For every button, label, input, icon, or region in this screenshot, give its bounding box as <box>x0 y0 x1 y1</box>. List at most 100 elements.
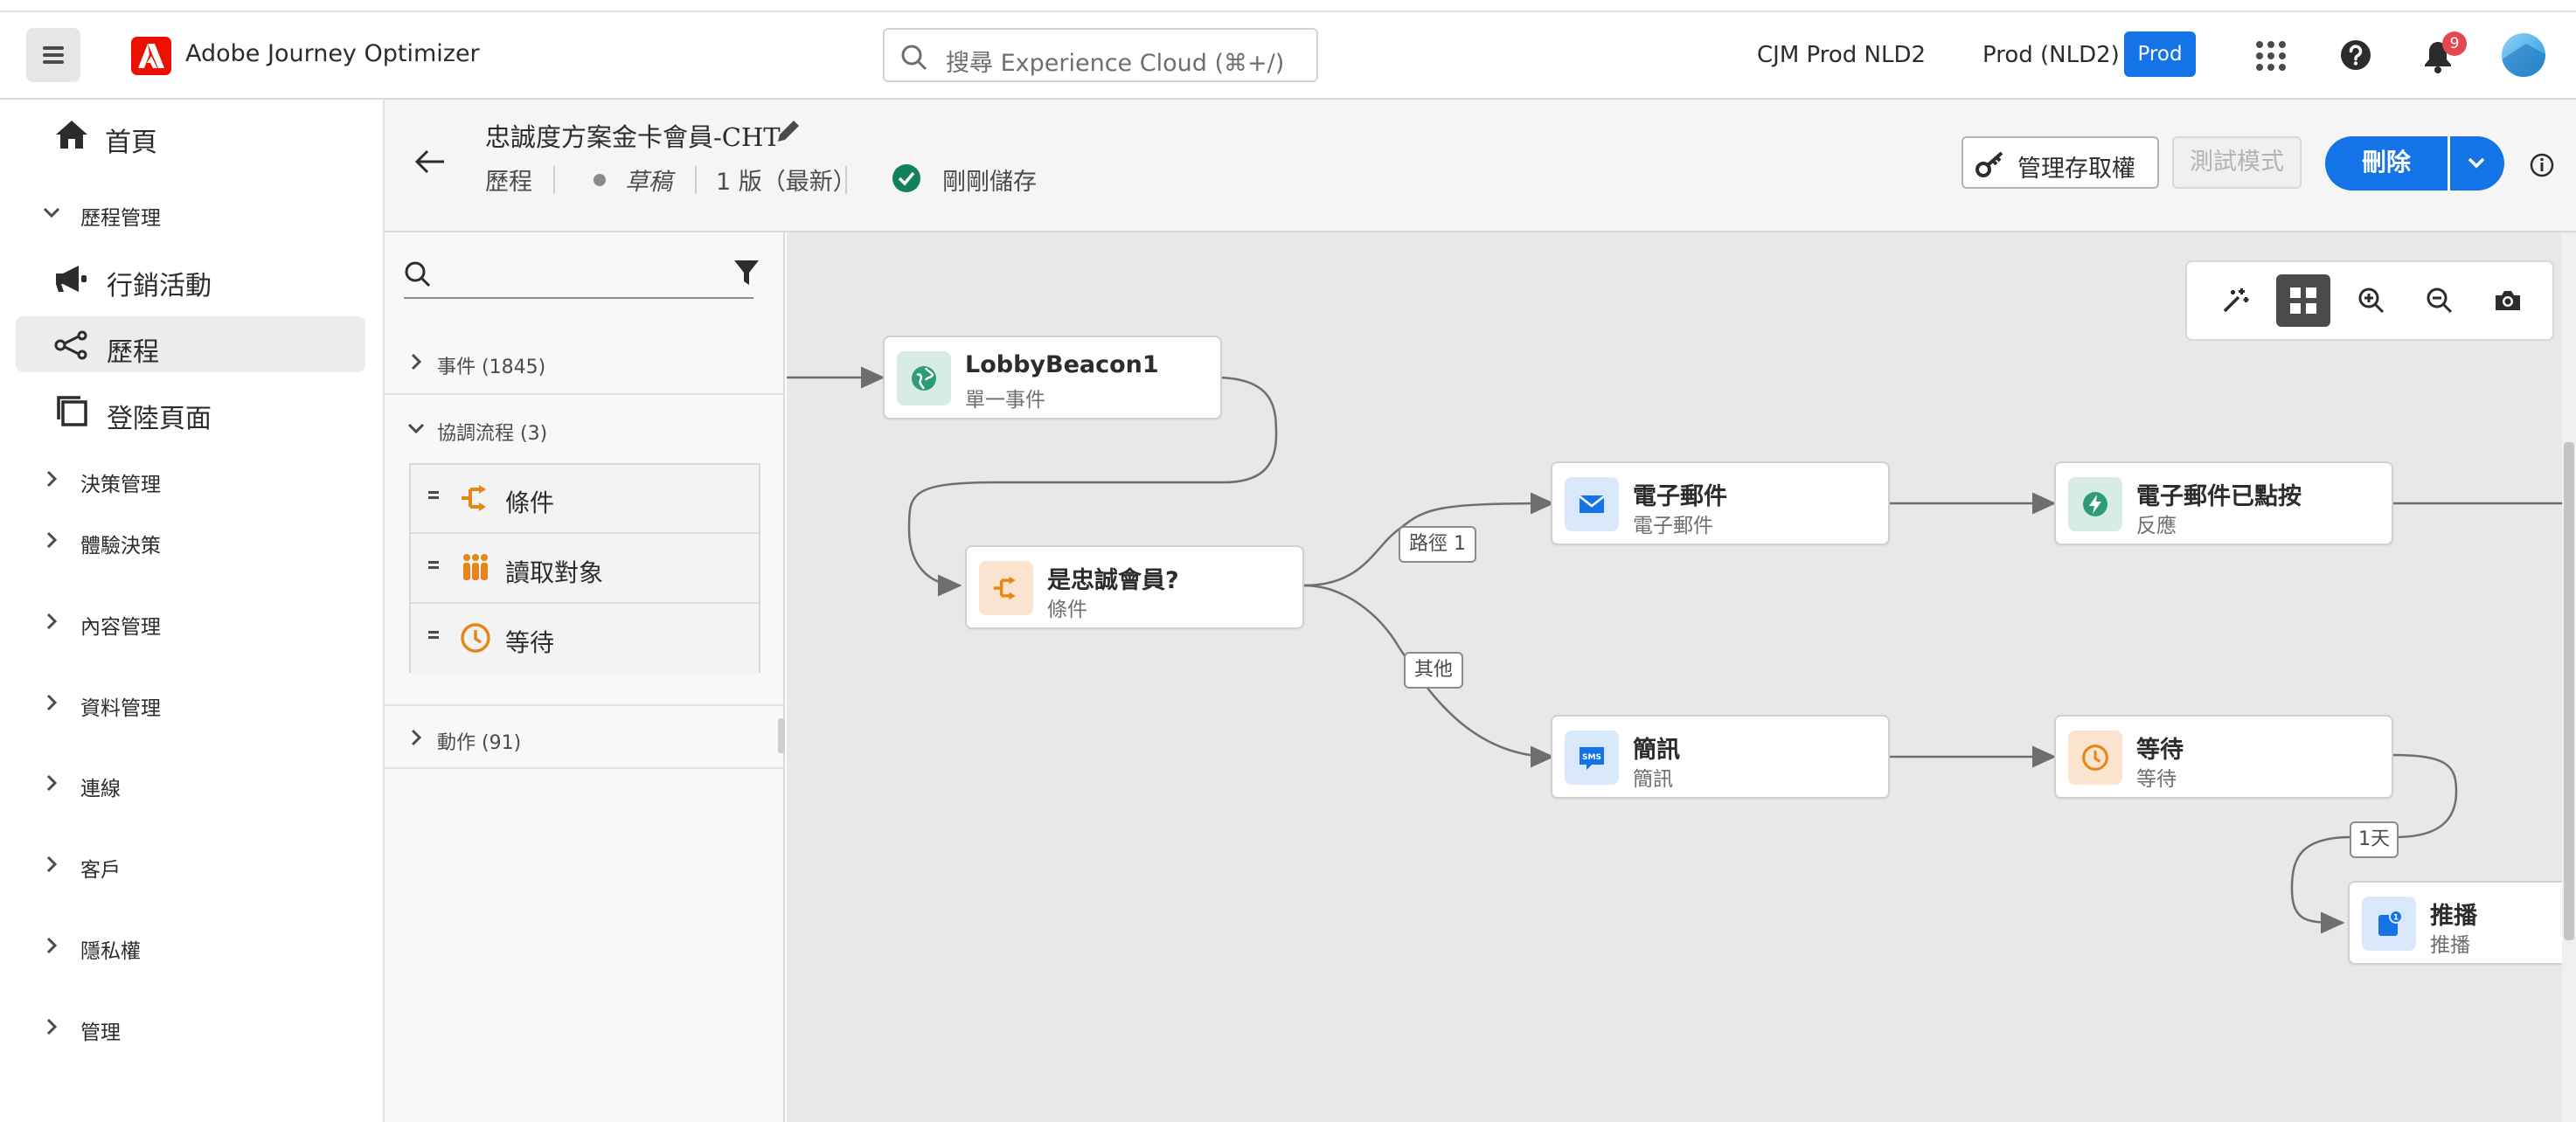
nav-group-administration[interactable]: 管理 <box>35 1010 367 1045</box>
chevron-right-icon <box>46 694 58 711</box>
nav-group-experience-decisioning[interactable]: 體驗決策 <box>35 523 367 558</box>
nav-item-label: 登陸頁面 <box>107 404 212 434</box>
drag-handle-icon[interactable] <box>428 631 439 641</box>
sandbox-switcher[interactable]: Prod (NLD2) <box>1982 42 2120 68</box>
edge-label-other[interactable]: 其他 <box>1404 652 1464 689</box>
nav-item-landing-pages[interactable]: 登陸頁面 <box>16 383 365 439</box>
nav-group-customers[interactable]: 客戶 <box>35 848 367 883</box>
journey-canvas[interactable]: LobbyBeacon1 單一事件 是忠誠會員? 條件 路徑 1 其他 電子郵件… <box>787 232 2562 1122</box>
section-count: (1845) <box>482 357 546 378</box>
reaction-icon <box>2068 477 2122 531</box>
global-search-input[interactable]: 搜尋 Experience Cloud (⌘+/) <box>883 28 1318 82</box>
node-title: 簡訊 <box>1633 737 1680 764</box>
section-count: (3) <box>520 423 548 445</box>
node-push[interactable]: 1 推播 推播 <box>2348 881 2562 965</box>
user-avatar[interactable] <box>2502 33 2545 77</box>
nav-group-data-management[interactable]: 資料管理 <box>35 686 367 721</box>
search-icon <box>405 261 431 287</box>
edge-label-one-day[interactable]: 1天 <box>2350 821 2399 858</box>
nav-group-privacy[interactable]: 隱私權 <box>35 929 367 964</box>
edge-label-path1[interactable]: 路徑 1 <box>1399 526 1476 563</box>
scrollbar-thumb[interactable] <box>2564 442 2574 940</box>
event-icon <box>897 351 951 405</box>
draft-status-dot <box>594 174 606 186</box>
node-event-lobbybeacon1[interactable]: LobbyBeacon1 單一事件 <box>883 336 1222 419</box>
nav-group-connections[interactable]: 連線 <box>35 766 367 801</box>
section-label: 協調流程 <box>437 423 515 445</box>
palette-item-condition[interactable]: 條件 <box>411 465 759 534</box>
app-name[interactable]: Adobe Journey Optimizer <box>185 40 480 67</box>
megaphone-icon <box>56 266 87 292</box>
nav-item-journeys[interactable]: 歷程 <box>16 316 365 372</box>
palette-section-actions[interactable]: 動作 (91) <box>385 704 785 769</box>
adobe-logo-icon <box>131 37 171 75</box>
nav-group-decision-management[interactable]: 決策管理 <box>35 462 367 497</box>
nav-item-label: 歷程 <box>107 337 159 368</box>
audience-icon <box>463 554 488 580</box>
apps-grid-icon[interactable] <box>2255 40 2287 72</box>
delete-options-dropdown[interactable] <box>2450 136 2504 190</box>
nav-group-label: 連線 <box>80 778 121 800</box>
key-icon <box>1975 151 2003 177</box>
nav-item-campaigns[interactable]: 行銷活動 <box>16 250 365 306</box>
node-sms[interactable]: SMS 簡訊 簡訊 <box>1551 715 1890 799</box>
canvas-vertical-scrollbar[interactable] <box>2562 232 2576 1122</box>
drag-handle-icon[interactable] <box>428 491 439 502</box>
nav-group-journey-management[interactable]: 歷程管理 <box>35 196 367 231</box>
filter-icon[interactable] <box>733 259 760 287</box>
nav-group-content-management[interactable]: 內容管理 <box>35 605 367 640</box>
save-status: 剛剛儲存 <box>942 169 1037 196</box>
condition-icon <box>462 485 486 511</box>
layout-grid-icon <box>2290 287 2316 314</box>
org-switcher[interactable]: CJM Prod NLD2 <box>1757 42 1926 68</box>
chevron-right-icon <box>411 729 422 746</box>
node-email[interactable]: 電子郵件 電子郵件 <box>1551 461 1890 545</box>
back-arrow-icon[interactable] <box>414 149 446 175</box>
node-subtitle: 簡訊 <box>1633 768 1673 791</box>
chevron-right-icon <box>46 613 58 630</box>
palette-search-input[interactable] <box>404 250 753 299</box>
layout-toggle-button[interactable] <box>2276 274 2330 327</box>
nav-item-label: 行銷活動 <box>107 271 212 301</box>
browser-top-strip <box>0 0 2576 12</box>
node-subtitle: 推播 <box>2430 934 2470 957</box>
hamburger-menu-icon[interactable] <box>26 28 80 82</box>
delete-button[interactable]: 刪除 <box>2325 136 2448 190</box>
auto-arrange-button[interactable] <box>2208 274 2262 327</box>
palette-section-events[interactable]: 事件 (1845) <box>385 330 785 395</box>
chevron-right-icon <box>46 855 58 873</box>
node-condition-loyalty[interactable]: 是忠誠會員? 條件 <box>965 545 1304 629</box>
nav-home[interactable]: 首頁 <box>16 107 365 163</box>
zoom-out-icon <box>2427 287 2453 314</box>
node-wait[interactable]: 等待 等待 <box>2054 715 2393 799</box>
sms-icon: SMS <box>1565 731 1619 785</box>
palette-section-orchestration[interactable]: 協調流程 (3) <box>385 397 785 461</box>
nav-group-label: 管理 <box>80 1022 121 1044</box>
palette-resize-handle[interactable] <box>778 718 785 753</box>
magic-wand-icon <box>2223 288 2249 313</box>
svg-text:1: 1 <box>2393 914 2399 923</box>
node-email-clicked[interactable]: 電子郵件已點按 反應 <box>2054 461 2393 545</box>
chevron-down-icon <box>43 207 60 218</box>
edit-pencil-icon[interactable] <box>774 117 802 145</box>
manage-access-button[interactable]: 管理存取權 <box>1962 136 2159 189</box>
saved-check-icon <box>892 164 920 192</box>
node-subtitle: 等待 <box>2136 768 2177 791</box>
node-title: 推播 <box>2430 903 2477 930</box>
activity-palette: 事件 (1845) 協調流程 (3) 條件 讀取對象 等待 動作 (91) <box>385 232 785 1122</box>
zoom-out-button[interactable] <box>2413 274 2467 327</box>
drag-handle-icon[interactable] <box>428 561 439 571</box>
chevron-right-icon <box>46 531 58 549</box>
node-subtitle: 反應 <box>2136 515 2177 537</box>
help-icon[interactable] <box>2339 38 2372 72</box>
palette-item-wait[interactable]: 等待 <box>411 605 759 674</box>
screenshot-button[interactable] <box>2481 274 2535 327</box>
section-count: (91) <box>482 732 522 754</box>
chevron-down-icon <box>407 423 425 434</box>
info-icon[interactable] <box>2529 152 2555 178</box>
palette-item-read-audience[interactable]: 讀取對象 <box>411 535 759 604</box>
zoom-in-button[interactable] <box>2344 274 2399 327</box>
nav-group-label: 內容管理 <box>80 616 161 639</box>
test-mode-button[interactable]: 測試模式 <box>2172 136 2302 189</box>
journey-icon <box>54 330 87 360</box>
